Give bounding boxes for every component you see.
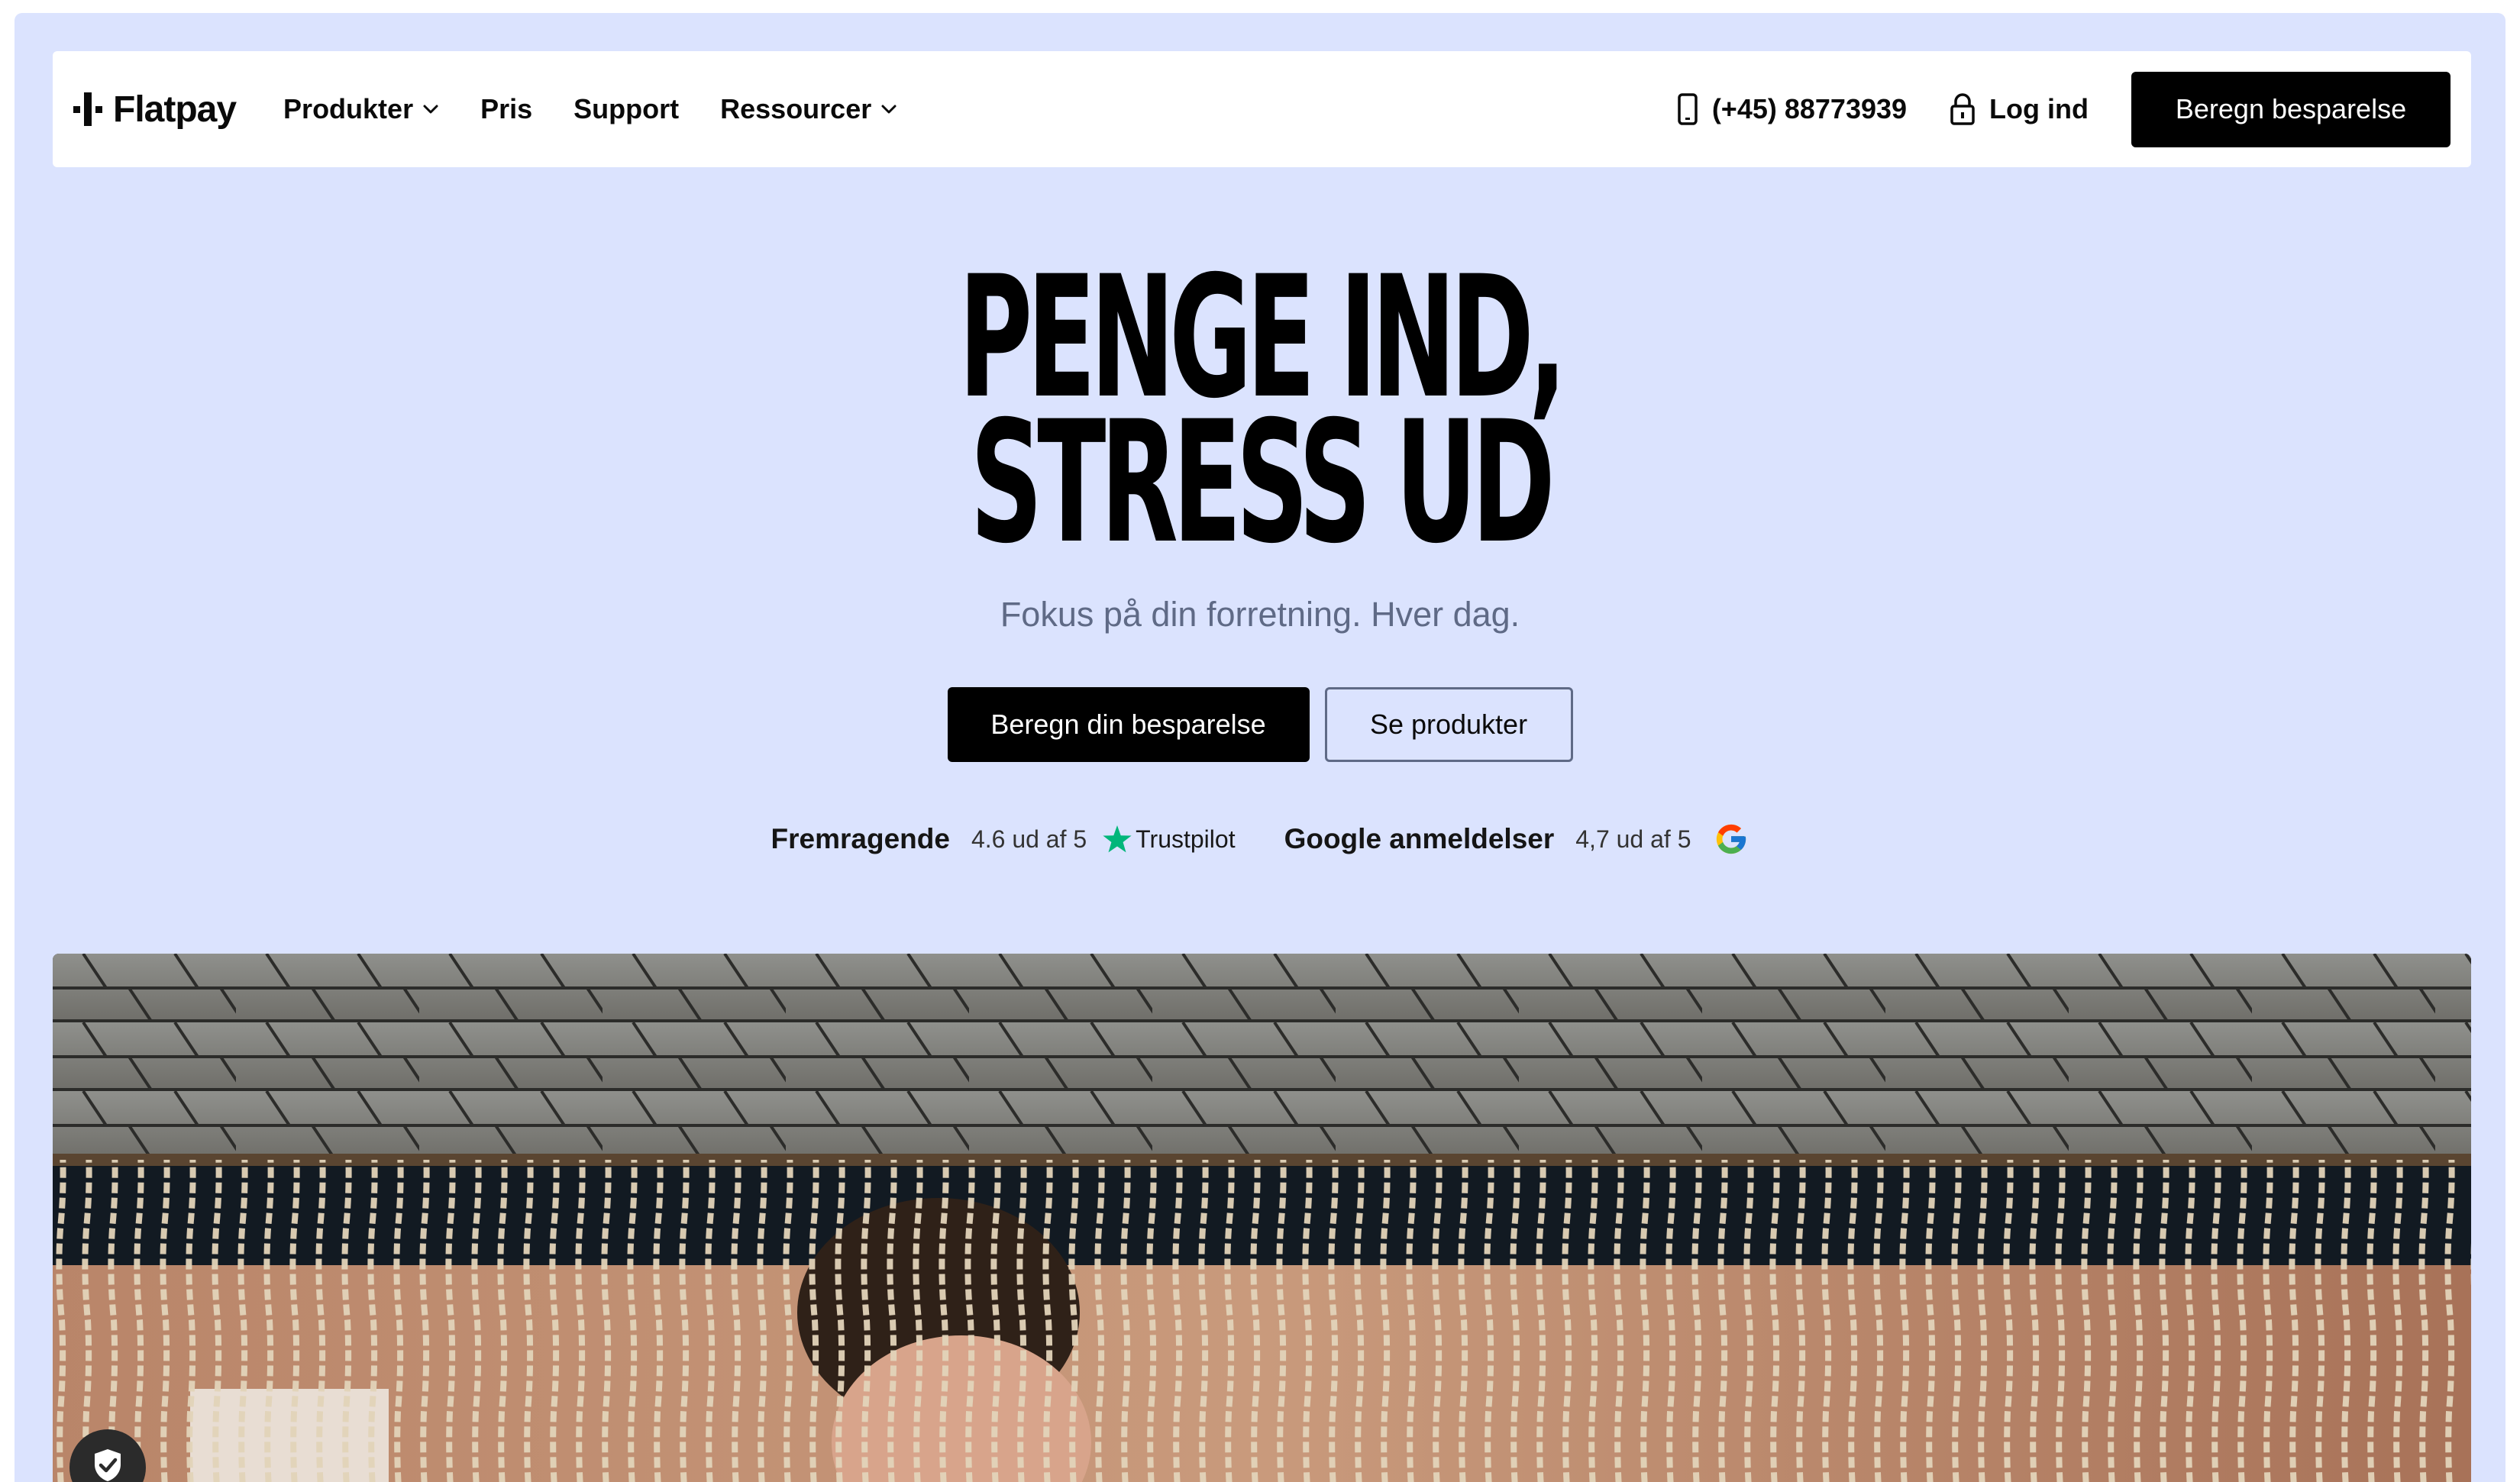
- restaurant-scene-illustration: [53, 954, 2471, 1482]
- page: Flatpay Produkter Pris Support Ressource…: [15, 13, 2505, 1482]
- login-label: Log ind: [1989, 93, 2089, 124]
- nav-item-pris[interactable]: Pris: [480, 93, 532, 125]
- phone-icon: [1678, 93, 1698, 125]
- trustpilot-rating-label: Fremragende: [771, 823, 950, 854]
- nav-item-support[interactable]: Support: [573, 93, 679, 125]
- brand-logo[interactable]: Flatpay: [73, 89, 237, 131]
- calculate-savings-button[interactable]: Beregn besparelse: [2131, 71, 2451, 147]
- chevron-down-icon: [881, 105, 897, 114]
- lock-icon: [1950, 93, 1975, 125]
- login-link[interactable]: Log ind: [1950, 92, 2089, 126]
- hero-cta-row: Beregn din besparelse Se produkter: [15, 687, 2505, 762]
- nav-item-label: Support: [573, 93, 680, 124]
- flatpay-logo-icon: [73, 92, 102, 126]
- ratings-row: Fremragende 4.6 ud af 5 Trustpilot Googl…: [15, 818, 2505, 860]
- trustpilot-logo[interactable]: Trustpilot: [1102, 824, 1236, 854]
- chevron-down-icon: [423, 105, 438, 114]
- calculate-your-savings-button[interactable]: Beregn din besparelse: [947, 687, 1310, 762]
- hero-video-image: [53, 954, 2471, 1482]
- nav-item-label: Pris: [480, 93, 533, 124]
- phone-number: (+45) 88773939: [1711, 93, 1908, 124]
- trustpilot-score: 4.6 ud af 5: [971, 825, 1087, 853]
- trustpilot-brand: Trustpilot: [1136, 825, 1236, 853]
- nav-item-ressourcer[interactable]: Ressourcer: [720, 93, 897, 125]
- nav-item-label: Ressourcer: [720, 93, 872, 124]
- hero-subtitle: Fokus på din forretning. Hver dag.: [1000, 595, 1520, 634]
- google-rating-label: Google anmeldelser: [1284, 823, 1555, 854]
- nav-item-label: Produkter: [283, 93, 414, 124]
- top-navigation: Flatpay Produkter Pris Support Ressource…: [53, 51, 2471, 167]
- nav-item-produkter[interactable]: Produkter: [283, 93, 439, 125]
- phone-link[interactable]: (+45) 88773939: [1677, 92, 1907, 126]
- hero-title-line-2: STRESS UD: [970, 385, 1555, 580]
- see-products-button[interactable]: Se produkter: [1324, 687, 1573, 762]
- hero-title: PENGE IND, STRESS UD: [15, 253, 2505, 580]
- shield-check-icon: [95, 1449, 121, 1481]
- trustpilot-star-icon: [1103, 825, 1132, 853]
- google-score: 4,7 ud af 5: [1575, 825, 1691, 853]
- google-g-icon[interactable]: [1714, 822, 1749, 857]
- brand-name: Flatpay: [113, 89, 237, 130]
